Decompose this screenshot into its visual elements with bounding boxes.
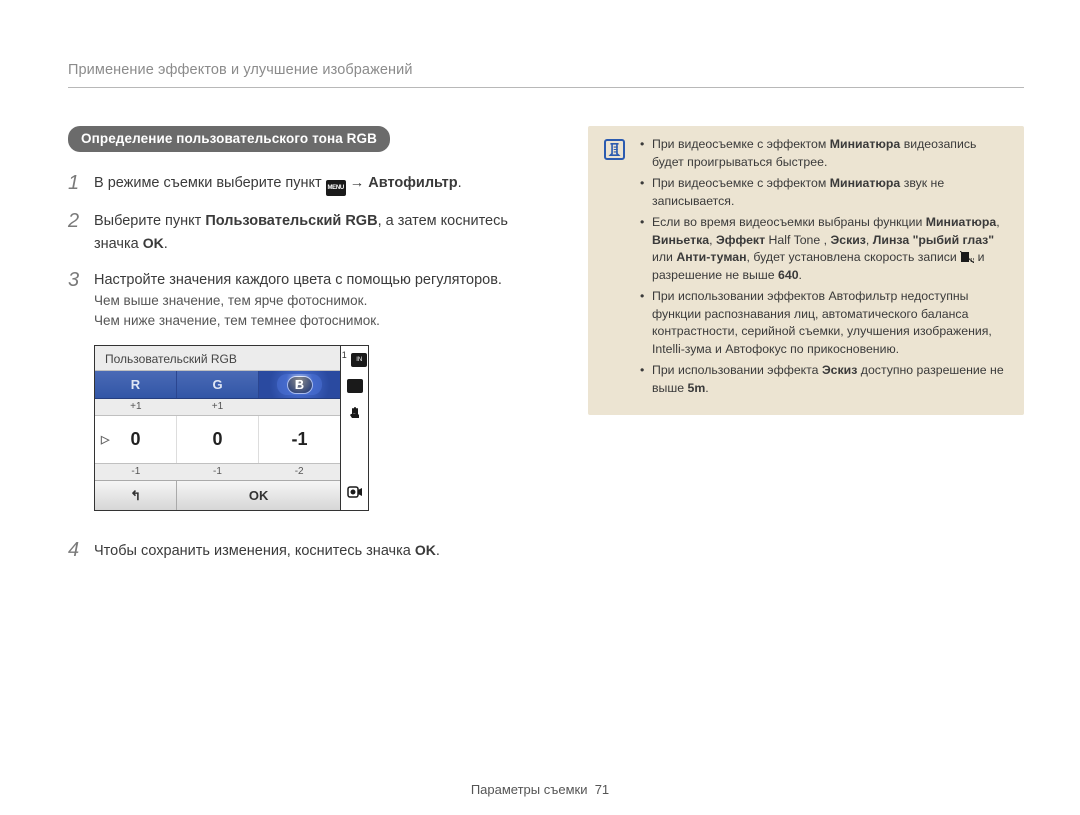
- ok-icon: OK: [143, 235, 164, 251]
- tab-g[interactable]: G: [177, 371, 259, 398]
- page-number: 71: [595, 782, 609, 797]
- text-bold: Пользовательский RGB: [205, 213, 377, 229]
- b: Миниатюра: [830, 137, 901, 151]
- t: , будет установлена скорость записи: [747, 250, 961, 264]
- minus-b: -2: [258, 464, 340, 480]
- in-icon: IN: [351, 353, 367, 367]
- record-icon: [347, 484, 363, 504]
- step-4: 4 Чтобы сохранить изменения, коснитесь з…: [68, 539, 538, 562]
- t: .: [705, 381, 708, 395]
- back-button[interactable]: ↰: [95, 481, 177, 510]
- note-item: Если во время видеосъемки выбраны функци…: [640, 214, 1004, 284]
- step-2: 2 Выберите пункт Пользовательский RGB, а…: [68, 210, 538, 255]
- t: или: [652, 250, 676, 264]
- camera-side-icons: 1 IN: [340, 346, 368, 510]
- note-item: При видеосъемке с эффектом Миниатюра вид…: [640, 136, 1004, 171]
- step-number: 1: [68, 172, 94, 196]
- t: При использовании эффектов Автофильтр не…: [652, 289, 992, 356]
- hand-icon: [347, 405, 363, 419]
- t: При видеосъемке с эффектом: [652, 137, 830, 151]
- t: Half Tone: [765, 233, 824, 247]
- tab-b-label: B: [295, 377, 304, 392]
- step-3: 3 Настройте значения каждого цвета с пом…: [68, 269, 538, 291]
- breadcrumb: Применение эффектов и улучшение изображе…: [68, 62, 1024, 78]
- step-number: 2: [68, 210, 94, 255]
- step-number: 4: [68, 539, 94, 562]
- b: Виньетка: [652, 233, 709, 247]
- t: ,: [866, 233, 873, 247]
- ok-icon: OK: [415, 542, 436, 558]
- plus-r: +1: [95, 399, 177, 415]
- step-number: 3: [68, 269, 94, 291]
- note-item: При использовании эффектов Автофильтр не…: [640, 288, 1004, 358]
- b: Эскиз: [831, 233, 866, 247]
- text-bold: Автофильтр: [368, 175, 457, 191]
- text: .: [436, 543, 440, 559]
- t: ,: [824, 233, 831, 247]
- step-text: Выберите пункт Пользовательский RGB, а з…: [94, 210, 538, 255]
- step-1: 1 В режиме съемки выберите пункт MENU → …: [68, 172, 538, 196]
- step-text: В режиме съемки выберите пункт MENU → Ав…: [94, 172, 462, 196]
- step-text: Настройте значения каждого цвета с помощ…: [94, 269, 502, 291]
- camera-plus-row: +1 +1: [95, 399, 340, 416]
- step-text: Чтобы сохранить изменения, коснитесь зна…: [94, 539, 440, 562]
- t: ,: [996, 215, 999, 229]
- b: Анти-туман: [676, 250, 746, 264]
- text: Чтобы сохранить изменения, коснитесь зна…: [94, 543, 415, 559]
- left-column: Определение пользовательского тона RGB 1…: [68, 126, 538, 576]
- camera-bottom-bar: ↰ OK: [95, 480, 340, 510]
- val-r[interactable]: 0: [95, 416, 177, 463]
- t: При использовании эффекта: [652, 363, 822, 377]
- b: 640: [778, 268, 799, 282]
- separator: [68, 87, 1024, 88]
- note-box: При видеосъемке с эффектом Миниатюра вид…: [588, 126, 1024, 415]
- sub-line: Чем выше значение, тем ярче фотоснимок.: [94, 291, 538, 311]
- val-b[interactable]: -1: [259, 416, 340, 463]
- text: .: [458, 175, 462, 191]
- t: ,: [709, 233, 716, 247]
- t: .: [799, 268, 802, 282]
- note-item: При видеосъемке с эффектом Миниатюра зву…: [640, 175, 1004, 210]
- right-column: При видеосъемке с эффектом Миниатюра вид…: [588, 126, 1024, 576]
- resolution-icon: 5m: [688, 381, 706, 395]
- camera-title: Пользовательский RGB: [95, 346, 340, 371]
- b: Миниатюра: [830, 176, 901, 190]
- section-badge: Определение пользовательского тона RGB: [68, 126, 390, 152]
- sub-line: Чем ниже значение, тем темнее фотоснимок…: [94, 311, 538, 331]
- tab-b[interactable]: B P: [259, 371, 340, 398]
- camera-mock: Пользовательский RGB R G B P +1 +1 0 0: [94, 345, 369, 511]
- fps-icon: 15: [960, 251, 974, 263]
- ok-button[interactable]: OK: [177, 481, 340, 510]
- side-count: 1 IN: [342, 350, 368, 367]
- note-item: При использовании эффекта Эскиз доступно…: [640, 362, 1004, 397]
- page-footer: Параметры съемки 71: [0, 782, 1080, 797]
- b: Линза "рыбий глаз": [873, 233, 994, 247]
- menu-icon: MENU: [326, 180, 346, 196]
- camera-values: 0 0 -1: [95, 416, 340, 463]
- text: Выберите пункт: [94, 213, 205, 229]
- plus-b: [258, 399, 340, 415]
- text: .: [164, 236, 168, 252]
- val-g[interactable]: 0: [177, 416, 259, 463]
- t: При видеосъемке с эффектом: [652, 176, 830, 190]
- minus-g: -1: [177, 464, 259, 480]
- b: Миниатюра: [926, 215, 997, 229]
- t: Если во время видеосъемки выбраны функци…: [652, 215, 926, 229]
- battery-icon: [347, 379, 363, 393]
- b: Эскиз: [822, 363, 857, 377]
- camera-rgb-tabs: R G B P: [95, 371, 340, 399]
- plus-g: +1: [177, 399, 259, 415]
- tab-r[interactable]: R: [95, 371, 177, 398]
- text: В режиме съемки выберите пункт: [94, 175, 326, 191]
- note-icon: [604, 139, 625, 160]
- footer-section: Параметры съемки: [471, 782, 588, 797]
- b: Эффект: [716, 233, 765, 247]
- minus-r: -1: [95, 464, 177, 480]
- step-3-sub: Чем выше значение, тем ярче фотоснимок. …: [94, 291, 538, 331]
- text: →: [350, 175, 369, 191]
- side-count-num: 1: [342, 350, 347, 360]
- camera-minus-row: -1 -1 -2: [95, 463, 340, 480]
